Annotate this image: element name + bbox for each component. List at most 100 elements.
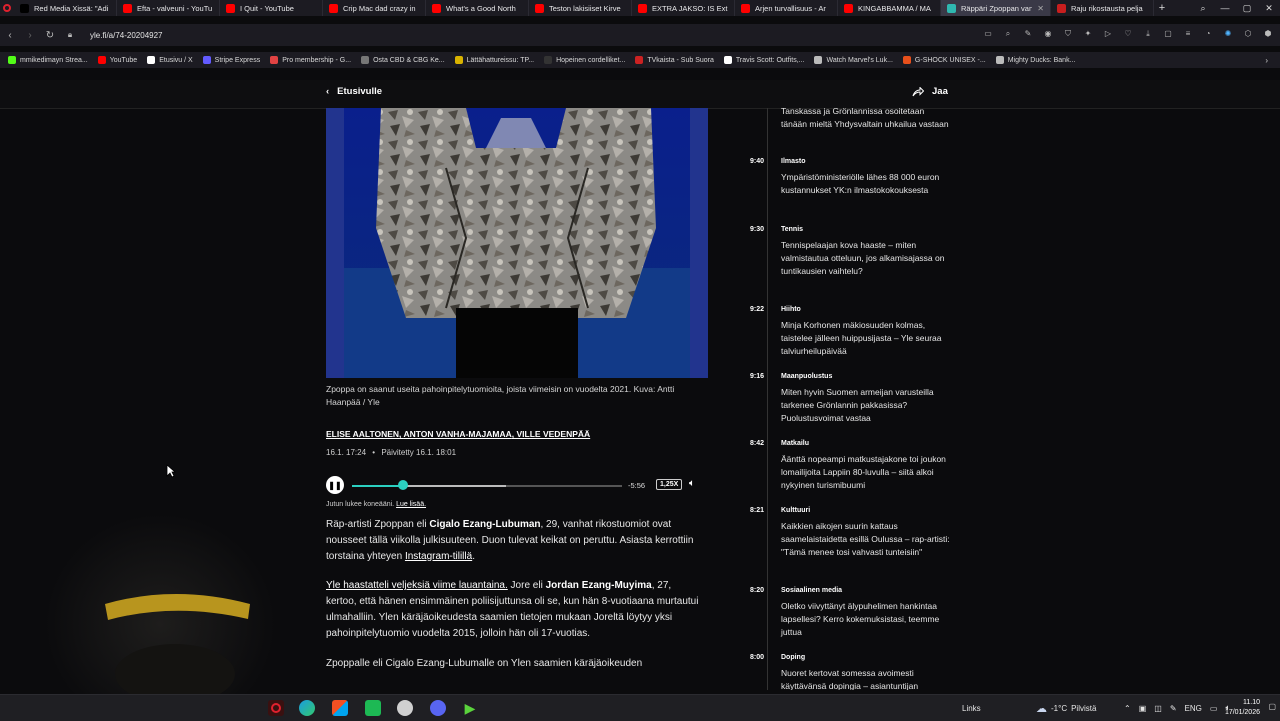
share-button[interactable]: Jaa — [912, 86, 948, 97]
opera-taskbar-icon[interactable] — [268, 700, 284, 716]
share-label: Jaa — [932, 86, 948, 97]
system-tray: Links — [962, 695, 981, 721]
browser-tab[interactable]: Efta - valveuni - YouTu — [117, 0, 220, 16]
new-tab-button[interactable]: + — [1154, 2, 1170, 14]
playback-speed-button[interactable]: 1,25X — [656, 479, 683, 490]
tray-app-icon[interactable]: ▣ — [1139, 704, 1147, 713]
page-header: ‹ Etusivulle Jaa — [0, 80, 1280, 109]
bookmark-item[interactable]: Pro membership - G... — [270, 56, 351, 64]
feed-headline: Tennispelaajan kova haaste – miten valmi… — [781, 240, 945, 276]
browser-tab[interactable]: Teston lakisiiset Kirve — [529, 0, 632, 16]
browser-tab[interactable]: What's a Good North — [426, 0, 529, 16]
browser-tab[interactable]: Crip Mac dad crazy in — [323, 0, 426, 16]
store-taskbar-icon[interactable] — [332, 700, 348, 716]
author-link[interactable]: Anton Vanha-Majamaa — [403, 429, 511, 439]
mouse-cursor — [166, 464, 177, 481]
bookmark-item[interactable]: Mighty Ducks: Bank... — [995, 56, 1075, 64]
browser-tab[interactable]: Raju rikostausta pelja — [1051, 0, 1154, 16]
box-icon[interactable]: ▢ — [1162, 28, 1174, 40]
lock-icon: 🔒︎ — [67, 30, 73, 39]
audio-progress-handle[interactable] — [398, 480, 408, 490]
clock[interactable]: 11.10 17/01/2026 — [1225, 698, 1260, 718]
tab-title: Red Media Xissä: "Adi — [34, 3, 109, 13]
feed-timeline — [767, 108, 768, 690]
extension-icon[interactable]: ✦ — [1082, 28, 1094, 40]
shield-icon[interactable]: ⛉ — [1062, 28, 1074, 40]
play-taskbar-icon[interactable]: ▶ — [462, 700, 478, 716]
browser-tab[interactable]: Red Media Xissä: "Adi — [14, 0, 117, 16]
close-tab-icon[interactable]: ✕ — [1037, 4, 1044, 13]
opera-logo-icon[interactable] — [0, 0, 14, 16]
pause-button[interactable]: ❚❚ — [326, 476, 344, 494]
bookmark-favicon-icon — [147, 56, 156, 64]
weather-temp: -1°C — [1051, 703, 1068, 713]
reload-icon[interactable]: ↻ — [40, 30, 60, 41]
bookmark-item[interactable]: Stripe Express — [202, 56, 261, 64]
read-more-link[interactable]: Lue lisää. — [396, 501, 426, 508]
tab-title: Teston lakisiiset Kirve — [549, 3, 621, 13]
bookmark-item[interactable]: Etusivu / X — [147, 56, 193, 64]
browser-tab[interactable]: I Quit - YouTube — [220, 0, 323, 16]
send-icon[interactable]: ▷ — [1102, 28, 1114, 40]
edge-taskbar-icon[interactable] — [299, 700, 315, 716]
read-by-note: Jutun lukee koneääni. Lue lisää. — [326, 501, 426, 508]
maximize-icon[interactable]: ▢ — [1236, 0, 1258, 16]
interview-link[interactable]: Yle haastatteli veljeksiä viime lauantai… — [326, 580, 508, 591]
notifications-icon[interactable]: ▢ — [1268, 702, 1276, 711]
updated-time: Päivitetty 16.1. 18:01 — [381, 448, 457, 457]
browser-tab[interactable]: Räppäri Zpoppan van ✕ — [941, 0, 1051, 16]
minimize-icon[interactable]: — — [1214, 0, 1236, 16]
cube-icon[interactable]: ⬡ — [1242, 28, 1254, 40]
bookmark-item[interactable]: mmikedimayn Strea... — [8, 56, 88, 64]
edit-icon[interactable]: ✎ — [1022, 28, 1034, 40]
bookmark-label: Watch Marvel's Luk... — [826, 56, 893, 64]
language-indicator[interactable]: ENG — [1185, 704, 1202, 713]
back-icon[interactable]: ‹ — [0, 30, 20, 41]
network-icon[interactable]: ▭ — [1210, 704, 1218, 713]
browser-tab[interactable]: Arjen turvallisuus - Ar — [735, 0, 838, 16]
browser-tab[interactable]: EXTRA JAKSO: IS Extra — [632, 0, 735, 16]
feed-headline: Miten hyvin Suomen armeijan varusteilla … — [781, 387, 934, 423]
menu-icon[interactable]: ≡ — [1182, 28, 1194, 40]
bookmark-item[interactable]: Lättähattureissu: TP... — [454, 56, 534, 64]
bookmark-label: Stripe Express — [214, 56, 261, 64]
profile-icon[interactable]: ◔ — [1202, 28, 1214, 40]
browser-tab[interactable]: KINGABBAMMA / MA — [838, 0, 941, 16]
bookmarks-overflow-icon[interactable]: › — [1265, 56, 1268, 65]
aria-icon[interactable]: ✺ — [1222, 28, 1234, 40]
bookmark-favicon-icon — [8, 56, 16, 64]
links-toolbar[interactable]: Links — [962, 704, 981, 713]
ai-icon[interactable]: ⬢ — [1262, 28, 1274, 40]
snapshot-icon[interactable]: ◉ — [1042, 28, 1054, 40]
zoom-icon[interactable]: ⌕ — [1002, 28, 1014, 40]
search-tabs-icon[interactable]: ⌕ — [1192, 0, 1214, 16]
back-to-frontpage-link[interactable]: ‹ Etusivulle — [326, 86, 382, 97]
volume-icon[interactable]: 🔈︎ — [689, 478, 695, 489]
author-link[interactable]: Elise Aaltonen — [326, 429, 399, 439]
chevron-up-icon[interactable]: ⌃ — [1124, 704, 1131, 713]
close-window-icon[interactable]: ✕ — [1258, 0, 1280, 16]
download-icon[interactable]: ⤓ — [1142, 28, 1154, 40]
pen-icon[interactable]: ✎ — [1170, 704, 1177, 713]
bookmark-item[interactable]: G-SHOCK UNISEX -... — [902, 56, 986, 64]
share-icon — [912, 86, 924, 96]
heart-icon[interactable]: ♡ — [1122, 28, 1134, 40]
url-field[interactable]: yle.fi/a/74-20204927 — [90, 31, 163, 40]
app-taskbar-icon[interactable] — [365, 700, 381, 716]
bookmark-item[interactable]: Hopeinen cordelliket... — [544, 56, 625, 64]
feed-category: Sosiaalinen media — [781, 587, 843, 594]
camera-icon[interactable]: ◫ — [1154, 704, 1162, 713]
bookmark-item[interactable]: Watch Marvel's Luk... — [814, 56, 893, 64]
instagram-link[interactable]: Instagram-tilillä — [405, 551, 472, 562]
bookmark-item[interactable]: TVkaista - Sub Suora — [635, 56, 714, 64]
weather-widget[interactable]: ☁ -1°C Pilvistä — [1036, 695, 1096, 721]
bookmark-item[interactable]: Osta CBD & CBG Ke... — [361, 56, 445, 64]
bookmark-item[interactable]: Travis Scott: Outfits,... — [723, 56, 804, 64]
shield-taskbar-icon[interactable] — [397, 700, 413, 716]
bookmark-item[interactable]: YouTube — [97, 56, 137, 64]
reader-icon[interactable]: ▭ — [982, 28, 994, 40]
author-link[interactable]: Ville Vedenpää — [517, 429, 591, 439]
audio-progress-slider[interactable] — [352, 485, 622, 487]
discord-taskbar-icon[interactable] — [430, 700, 446, 716]
forward-icon[interactable]: › — [20, 30, 40, 41]
